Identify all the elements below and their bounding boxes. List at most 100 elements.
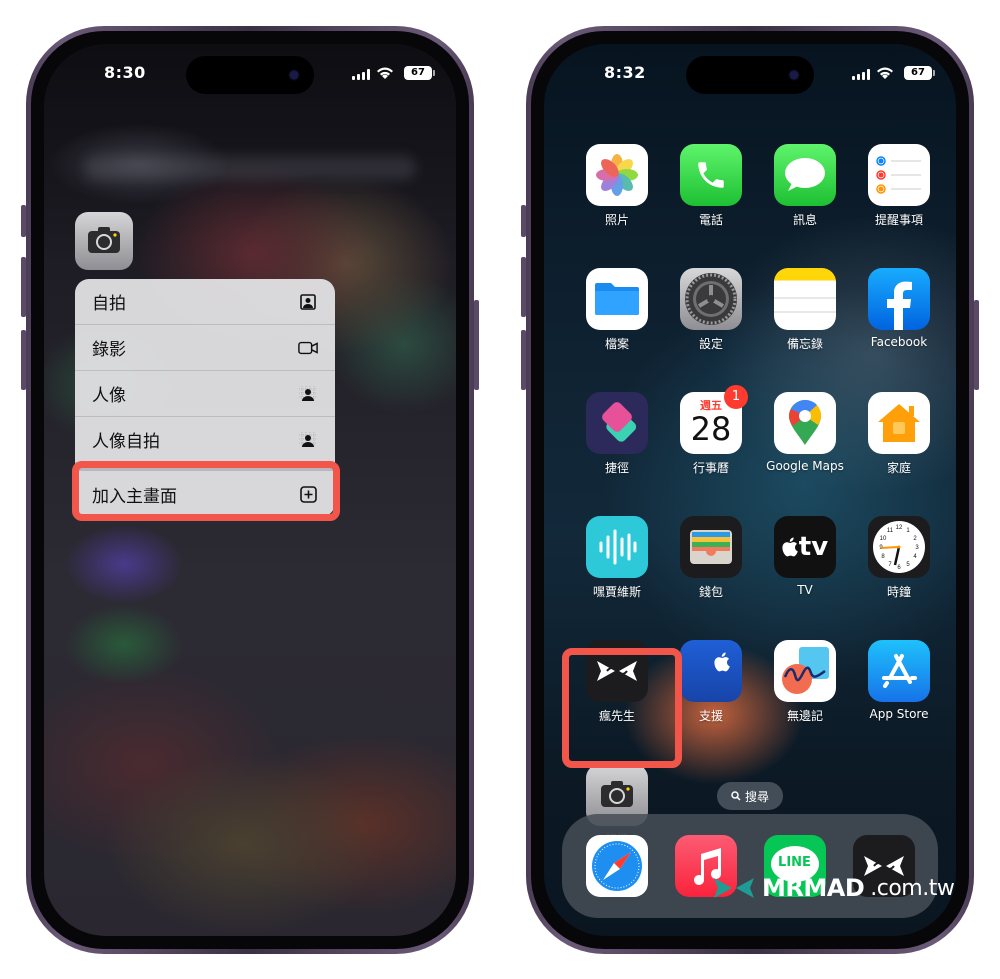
- volume-down-button: [21, 330, 26, 390]
- status-time: 8:30: [104, 63, 146, 82]
- app-google-maps[interactable]: Google Maps: [758, 392, 852, 476]
- phone-icon: [680, 144, 742, 206]
- app-calendar[interactable]: 1 週五 28 行事曆: [664, 385, 758, 476]
- power-button: [474, 300, 479, 390]
- volume-up-button: [21, 257, 26, 317]
- wallet-icon: [680, 516, 742, 578]
- app-shortcuts[interactable]: 捷徑: [570, 392, 664, 476]
- app-label: 嘿賈維斯: [592, 585, 641, 599]
- safari-icon[interactable]: [585, 835, 648, 897]
- app-clock[interactable]: 123691245781011 時鐘: [852, 516, 946, 600]
- battery-indicator: 67: [404, 66, 435, 80]
- reminders-icon: [868, 144, 930, 206]
- phone-frame-left: 8:30 67 自拍 錄影 人像 人像自拍 加入主畫面: [26, 26, 474, 954]
- app-app-store[interactable]: App Store: [852, 640, 946, 724]
- volume-down-button: [521, 330, 526, 390]
- app-settings[interactable]: 設定: [664, 268, 758, 352]
- svg-text:12: 12: [896, 525, 903, 531]
- battery-indicator: 67: [904, 66, 935, 80]
- app-freeform[interactable]: 無邊記: [758, 640, 852, 724]
- app-store-icon: [868, 640, 930, 702]
- app-label: 提醒事項: [874, 213, 923, 227]
- app-label: 照片: [604, 213, 629, 227]
- app-label: 錢包: [698, 585, 723, 599]
- action-button: [21, 205, 26, 237]
- messages-icon: [774, 144, 836, 206]
- apple-tv-icon: tv: [774, 516, 836, 578]
- app-home[interactable]: 家庭: [852, 392, 946, 476]
- photos-icon: [586, 144, 648, 206]
- search-label: 搜尋: [744, 789, 769, 804]
- highlight-box-camera: [562, 648, 682, 768]
- facebook-icon: [868, 268, 930, 330]
- app-label: 行事曆: [692, 461, 729, 475]
- search-icon: [731, 791, 741, 801]
- app-phone[interactable]: 電話: [664, 144, 758, 228]
- menu-item-label: 人像自拍: [92, 432, 160, 452]
- app-hey-jarvis[interactable]: 嘿賈維斯: [570, 516, 664, 600]
- app-label: 無邊記: [786, 709, 823, 723]
- app-label: 訊息: [792, 213, 817, 227]
- app-reminders[interactable]: 提醒事項: [852, 144, 946, 228]
- app-wallet[interactable]: 錢包: [664, 516, 758, 600]
- clock-icon: 123691245781011: [868, 516, 930, 578]
- voice-assistant-icon: [586, 516, 648, 578]
- menu-item-portrait-selfie[interactable]: 人像自拍: [75, 417, 335, 463]
- app-messages[interactable]: 訊息: [758, 144, 852, 228]
- portrait-selfie-icon: [298, 431, 318, 449]
- app-label: 設定: [698, 337, 723, 351]
- watermark-domain: .com.tw: [870, 875, 955, 901]
- wifi-icon: [877, 67, 893, 79]
- action-button: [521, 205, 526, 237]
- shortcuts-icon: [586, 392, 648, 454]
- app-label: 電話: [698, 213, 723, 227]
- screen-context-menu: 8:30 67 自拍 錄影 人像 人像自拍 加入主畫面: [44, 44, 456, 936]
- camera-app-icon[interactable]: [75, 212, 133, 270]
- wifi-icon: [377, 67, 393, 79]
- app-label: 備忘錄: [786, 337, 823, 351]
- portrait-mode-icon: [298, 385, 318, 403]
- status-bar: 8:32 67: [544, 60, 956, 90]
- app-photos[interactable]: 照片: [570, 144, 664, 228]
- app-facebook[interactable]: Facebook: [852, 268, 946, 352]
- app-files[interactable]: 檔案: [570, 268, 664, 352]
- cellular-signal-icon: [352, 69, 370, 80]
- tv-glyph: tv: [798, 532, 829, 562]
- app-label: Google Maps: [766, 459, 844, 473]
- app-notes[interactable]: 備忘錄: [758, 268, 852, 352]
- menu-item-selfie[interactable]: 自拍: [75, 279, 335, 325]
- notification-badge: 1: [724, 385, 748, 409]
- app-label: 家庭: [886, 461, 911, 475]
- mrmad-logo-icon: [714, 878, 754, 898]
- apple-support-icon: [680, 640, 742, 702]
- highlight-box-add-to-home: [72, 461, 340, 521]
- camera-icon: [88, 227, 120, 253]
- dock: LINE: [562, 814, 938, 918]
- spotlight-search-button[interactable]: 搜尋: [717, 782, 783, 810]
- notes-icon: [774, 268, 836, 330]
- video-camera-icon: [298, 339, 318, 357]
- menu-item-portrait[interactable]: 人像: [75, 371, 335, 417]
- watermark-brand: MRMAD: [762, 874, 865, 902]
- app-label: 檔案: [604, 337, 629, 351]
- calendar-day: 28: [690, 410, 732, 448]
- home-icon: [868, 392, 930, 454]
- google-maps-icon: [774, 392, 836, 454]
- phone-frame-right: 8:32 67 照片 電話 訊息 提醒事項 檔案 設定 備忘錄 Facebook…: [526, 26, 974, 954]
- app-label: TV: [797, 583, 813, 597]
- watermark: MRMAD .com.tw: [712, 874, 955, 902]
- menu-item-label: 人像: [92, 386, 126, 406]
- app-label: 時鐘: [886, 585, 911, 599]
- files-icon: [586, 268, 648, 330]
- menu-item-video[interactable]: 錄影: [75, 325, 335, 371]
- freeform-icon: [774, 640, 836, 702]
- app-label: 捷徑: [604, 461, 629, 475]
- svg-text:10: 10: [880, 536, 887, 542]
- app-label: 支援: [698, 709, 723, 723]
- selfie-portrait-icon: [298, 293, 318, 311]
- app-label: App Store: [869, 707, 929, 721]
- status-bar: 8:30 67: [44, 60, 456, 90]
- svg-text:11: 11: [887, 528, 894, 534]
- settings-icon: [680, 268, 742, 330]
- app-tv[interactable]: tv TV: [758, 516, 852, 600]
